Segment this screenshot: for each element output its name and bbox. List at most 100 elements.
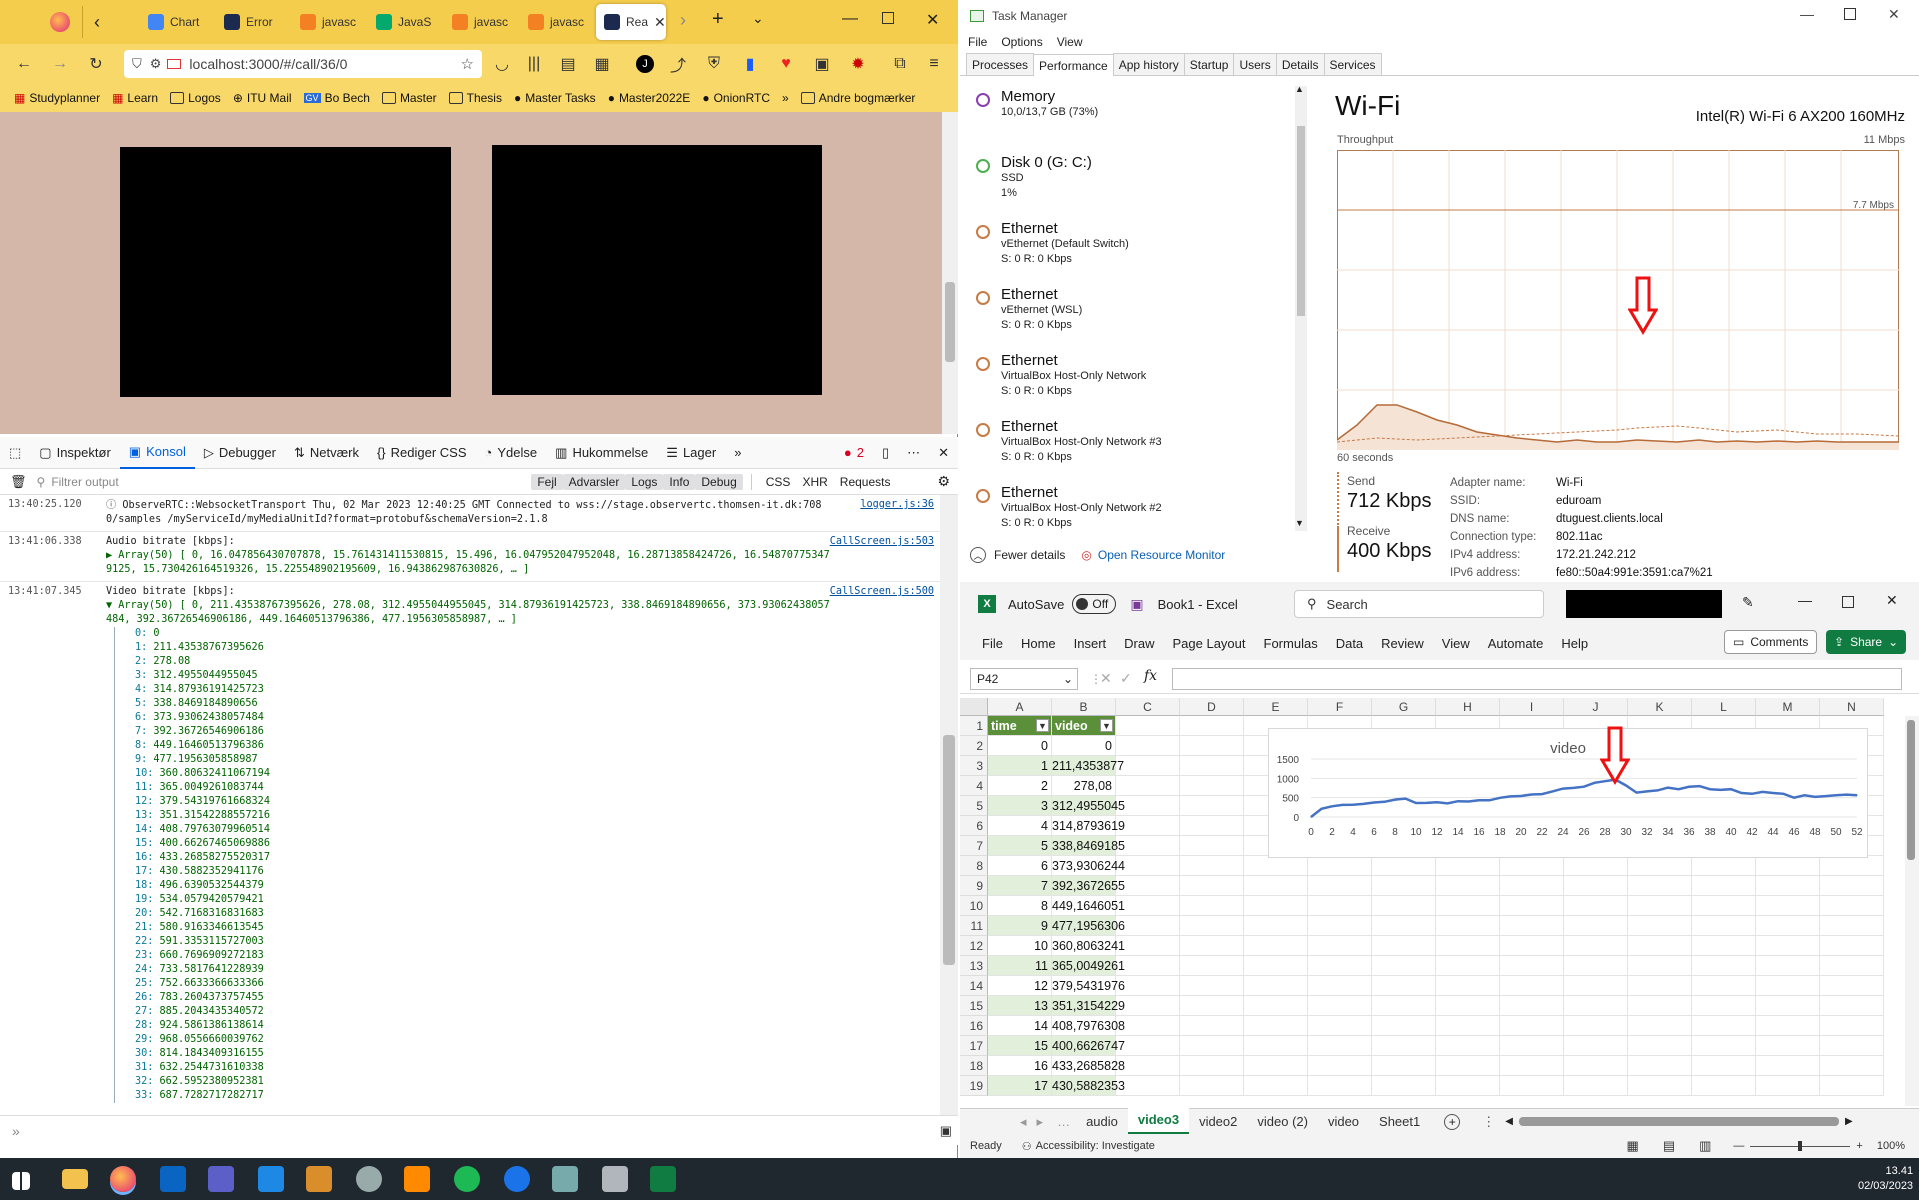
tab-style-editor[interactable]: {} Rediger CSS <box>368 437 476 469</box>
ribbon-automate[interactable]: Automate <box>1488 636 1544 651</box>
bookmarks-overflow-icon[interactable]: » <box>782 91 789 105</box>
row-header[interactable]: 11 <box>960 916 988 936</box>
cell[interactable] <box>1564 956 1628 976</box>
cell[interactable] <box>1820 1036 1884 1056</box>
filter-xhr[interactable]: XHR <box>796 474 833 490</box>
cell[interactable]: 373,9306244 <box>1052 856 1125 876</box>
url-text[interactable]: localhost:3000/#/call/36/0 <box>189 56 347 72</box>
filter-debug[interactable]: Debug <box>695 473 743 490</box>
more-tabs-icon[interactable]: » <box>725 437 750 469</box>
cell[interactable] <box>1692 1056 1756 1076</box>
column-header[interactable]: A <box>988 698 1052 716</box>
cancel-icon[interactable]: ✕ <box>1100 670 1112 687</box>
column-header[interactable]: I <box>1500 698 1564 716</box>
cell[interactable] <box>1180 796 1244 816</box>
minimize-icon[interactable]: — <box>1800 6 1814 22</box>
row-header[interactable]: 4 <box>960 776 988 796</box>
cell[interactable] <box>1436 976 1500 996</box>
zoom-slider[interactable] <box>1750 1140 1851 1151</box>
tab-details[interactable]: Details <box>1275 53 1325 75</box>
windows-start-icon[interactable] <box>12 1172 30 1190</box>
cell[interactable]: 360,8063241 <box>1052 936 1125 956</box>
bookmark-thesis[interactable]: Thesis <box>448 91 502 105</box>
scroll-down-icon[interactable]: ▼ <box>1295 518 1304 528</box>
cell[interactable] <box>1436 1016 1500 1036</box>
cell[interactable] <box>1820 996 1884 1016</box>
extension-icon[interactable]: ⤴ <box>666 52 690 76</box>
cell[interactable] <box>1820 1016 1884 1036</box>
device-item[interactable]: Memory 10,0/13,7 GB (73%) <box>960 80 1295 146</box>
cell[interactable]: 16 <box>988 1056 1052 1076</box>
device-item[interactable]: Ethernet VirtualBox Host-Only Network #3 S… <box>960 410 1295 476</box>
row-header[interactable]: 13 <box>960 956 988 976</box>
device-item[interactable]: Ethernet vEthernet (Default Switch) S: 0 R… <box>960 212 1295 278</box>
cell[interactable]: 408,7976308 <box>1052 1016 1125 1036</box>
cell[interactable] <box>1116 976 1180 996</box>
cell[interactable]: 312,4955045 <box>1052 796 1125 816</box>
console-scrollbar[interactable] <box>940 495 958 1115</box>
cell[interactable]: 12 <box>988 976 1052 996</box>
cell[interactable] <box>1628 896 1692 916</box>
cell[interactable] <box>1564 1056 1628 1076</box>
cell[interactable] <box>1180 736 1244 756</box>
cell[interactable] <box>1436 916 1500 936</box>
maximize-icon[interactable] <box>1842 596 1854 608</box>
cell[interactable] <box>1628 876 1692 896</box>
cell[interactable] <box>1756 976 1820 996</box>
device-item[interactable]: Disk 0 (G: C:) SSD 1% <box>960 146 1295 212</box>
bookmark-onionrtc[interactable]: ● OnionRTC <box>702 91 770 105</box>
bookmark-other[interactable]: Andre bogmærker <box>800 91 915 105</box>
device-item[interactable]: Ethernet VirtualBox Host-Only Network #2 S… <box>960 476 1295 535</box>
cell[interactable] <box>1756 1056 1820 1076</box>
ribbon-data[interactable]: Data <box>1336 636 1363 651</box>
cell[interactable]: 379,5431976 <box>1052 976 1125 996</box>
cell[interactable]: 365,0049261 <box>1052 956 1125 976</box>
extension-icon[interactable]: ▣ <box>810 52 834 76</box>
cell[interactable] <box>1692 876 1756 896</box>
cell[interactable] <box>1692 996 1756 1016</box>
camera-icon[interactable] <box>167 59 182 69</box>
cell[interactable] <box>1564 916 1628 936</box>
tab-javascript-1[interactable]: javasc <box>292 4 358 40</box>
cell[interactable]: 9 <box>988 916 1052 936</box>
cell[interactable] <box>1500 916 1564 936</box>
cell[interactable]: 338,8469185 <box>1052 836 1125 856</box>
cell[interactable] <box>1500 976 1564 996</box>
cell[interactable]: 0 <box>1052 736 1116 756</box>
bookmark-master[interactable]: Master <box>381 91 437 105</box>
cell[interactable]: 7 <box>988 876 1052 896</box>
cell[interactable] <box>1180 936 1244 956</box>
filter-warnings[interactable]: Advarsler <box>562 473 626 490</box>
vscode-icon[interactable] <box>258 1166 284 1192</box>
cell[interactable] <box>1244 1076 1308 1096</box>
cell[interactable] <box>1308 976 1372 996</box>
tab-debugger[interactable]: ▷ Debugger <box>195 437 285 469</box>
cell[interactable]: 430,5882353 <box>1052 1076 1125 1096</box>
cell[interactable] <box>1180 1056 1244 1076</box>
scroll-left-icon[interactable]: ◀ <box>1505 1116 1513 1127</box>
cell[interactable] <box>1756 876 1820 896</box>
ribbon-formulas[interactable]: Formulas <box>1264 636 1318 651</box>
cell[interactable] <box>1692 1076 1756 1096</box>
page-break-icon[interactable]: ▥ <box>1699 1138 1711 1154</box>
cell[interactable] <box>1308 876 1372 896</box>
task-manager-taskbar-icon[interactable] <box>602 1166 628 1192</box>
cell[interactable] <box>1500 876 1564 896</box>
minimize-icon[interactable]: — <box>842 10 858 28</box>
sidebar-icon[interactable]: ▤ <box>556 52 580 76</box>
trash-icon[interactable]: 🗑 <box>10 474 27 490</box>
cell[interactable] <box>1692 936 1756 956</box>
video-local[interactable] <box>120 147 451 397</box>
cell[interactable]: 14 <box>988 1016 1052 1036</box>
system-clock[interactable]: 13.41 02/03/2023 <box>1858 1164 1913 1194</box>
enter-icon[interactable]: ✓ <box>1120 670 1132 687</box>
cell[interactable] <box>1756 996 1820 1016</box>
cell[interactable] <box>1244 1056 1308 1076</box>
zoom-level[interactable]: 100% <box>1877 1140 1905 1152</box>
column-header[interactable]: G <box>1372 698 1436 716</box>
ribbon-insert[interactable]: Insert <box>1074 636 1107 651</box>
menu-file[interactable]: File <box>968 35 987 49</box>
ribbon-help[interactable]: Help <box>1561 636 1588 651</box>
menu-icon[interactable]: ≡ <box>922 52 946 76</box>
share-button[interactable]: ⇪ Share ⌄ <box>1826 630 1907 654</box>
